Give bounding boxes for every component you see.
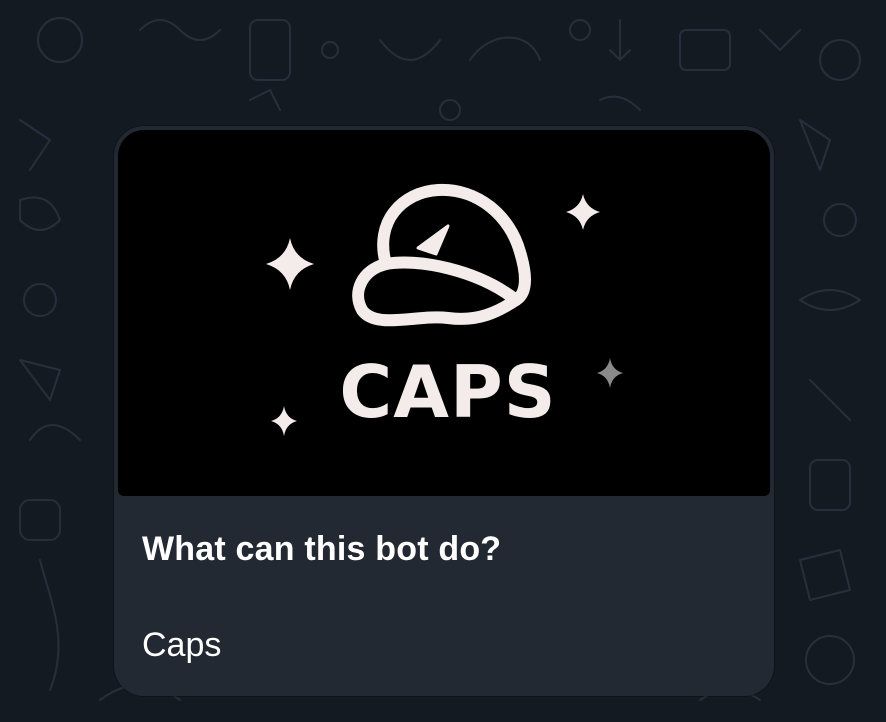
- bot-info-card: CAPS What can this bot do? Caps: [114, 126, 774, 696]
- chat-background: CAPS What can this bot do? Caps: [0, 0, 886, 722]
- sparkle-icon: [566, 194, 600, 230]
- sparkle-icon: [271, 406, 297, 436]
- sparkle-icon: [266, 238, 314, 290]
- bot-info-description: Caps: [142, 626, 222, 664]
- sparkle-icon: [597, 358, 623, 388]
- bot-image: CAPS: [118, 130, 770, 496]
- logo-text: CAPS: [339, 350, 557, 434]
- bot-logo: [266, 183, 623, 436]
- bot-info-title: What can this bot do?: [142, 530, 502, 568]
- cap-icon: [352, 183, 531, 327]
